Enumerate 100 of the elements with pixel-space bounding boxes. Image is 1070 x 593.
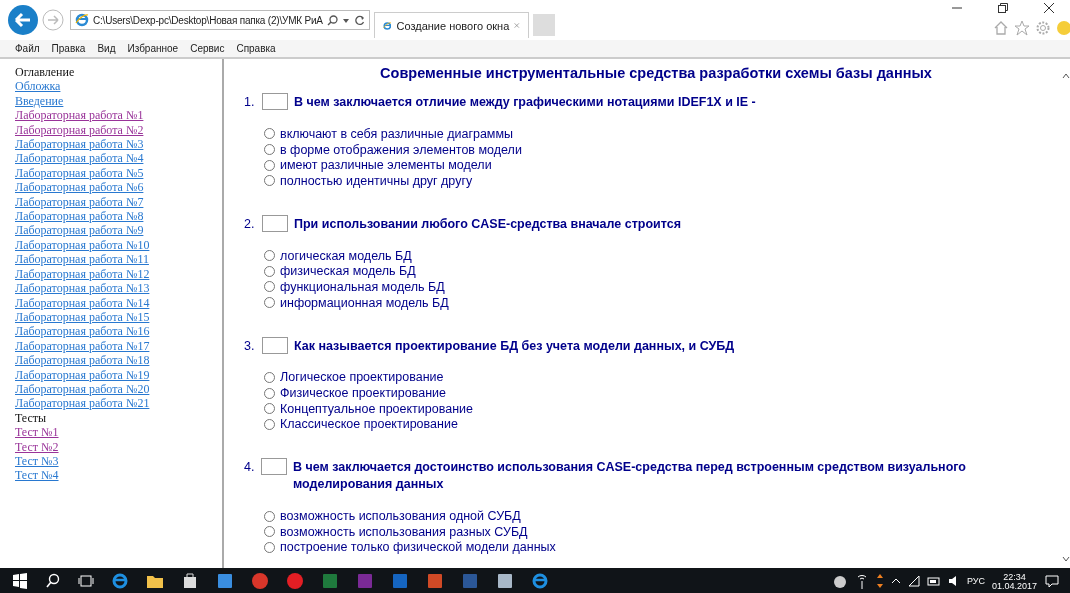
browser-tab[interactable]: Создание нового окна: [373, 12, 529, 38]
menu-item[interactable]: Справка: [236, 43, 276, 54]
star-icon[interactable]: [1014, 20, 1030, 36]
menu-item[interactable]: Сервис: [190, 43, 225, 54]
radio-button[interactable]: [264, 297, 275, 309]
menu-item[interactable]: Правка: [51, 43, 86, 54]
restore-button[interactable]: [997, 2, 1009, 14]
radio-button[interactable]: [264, 175, 275, 187]
nav-link[interactable]: Лабораторная работа №14: [15, 295, 222, 310]
nav-link[interactable]: Лабораторная работа №4: [15, 151, 222, 166]
battery-icon[interactable]: [926, 574, 941, 587]
nav-link[interactable]: Лабораторная работа №19: [15, 367, 222, 382]
clock-date[interactable]: 01.04.2017: [991, 581, 1037, 591]
question-number: 3.: [244, 337, 256, 355]
home-icon[interactable]: [993, 20, 1009, 36]
nav-link[interactable]: Лабораторная работа №20: [15, 381, 222, 397]
task-view-icon[interactable]: [78, 572, 94, 589]
start-icon[interactable]: [12, 572, 28, 589]
option-label: физическая модель БД: [280, 264, 416, 279]
back-button[interactable]: [8, 5, 38, 35]
nav-link[interactable]: Лабораторная работа №15: [15, 309, 222, 325]
nav-link[interactable]: Лабораторная работа №7: [15, 194, 222, 210]
question-number: 2.: [244, 215, 256, 233]
nav-link[interactable]: Лабораторная работа №13: [15, 281, 222, 296]
nav-link[interactable]: Обложка: [15, 79, 222, 94]
radio-button[interactable]: [264, 250, 275, 262]
option-label: возможность использования разных СУБД: [280, 524, 528, 539]
nav-link[interactable]: Лабораторная работа №8: [15, 209, 222, 224]
nav-link[interactable]: Лабораторная работа №3: [15, 137, 222, 152]
option-label: Физическое проектирование: [280, 386, 447, 401]
option-label: Классическое проектирование: [280, 417, 458, 432]
nav-link[interactable]: Тест №1: [15, 425, 222, 440]
nav-link[interactable]: Лабораторная работа №6: [15, 180, 222, 195]
radio-button[interactable]: [264, 281, 275, 293]
nav-link[interactable]: Введение: [15, 93, 222, 109]
nav-link[interactable]: Лабораторная работа №2: [15, 122, 222, 138]
radio-button[interactable]: [264, 418, 275, 430]
nav-link[interactable]: Лабораторная работа №16: [15, 324, 222, 339]
radio-button[interactable]: [264, 159, 275, 171]
nav-link[interactable]: Тест №4: [15, 468, 222, 483]
address-bar[interactable]: C:\Users\Dexp-pc\Desktop\Новая папка (2)\УМК РиА: [70, 10, 370, 30]
radio-button[interactable]: [264, 403, 275, 415]
search-icon[interactable]: [326, 14, 338, 26]
clock-time[interactable]: 22:34: [1003, 572, 1026, 582]
nav-link[interactable]: Лабораторная работа №18: [15, 353, 222, 368]
notifications-icon[interactable]: [1044, 572, 1060, 589]
radio-button[interactable]: [264, 387, 275, 399]
nav-link[interactable]: Лабораторная работа №21: [15, 396, 222, 411]
radio-button[interactable]: [264, 128, 275, 140]
search-icon[interactable]: [45, 572, 61, 589]
question-text: В чем заключается достоинство использования CASE-средства перед встроенным средством визуального моделирования данных: [292, 459, 967, 494]
updown-arrows-icon[interactable]: [875, 572, 884, 589]
nav-link[interactable]: Лабораторная работа №5: [15, 165, 222, 181]
menu-item[interactable]: Избранное: [127, 43, 179, 54]
question-text: При использовании любого CASE-средства вначале строится: [294, 215, 681, 233]
option-label: Концептуальное проектирование: [280, 401, 474, 416]
nav-link[interactable]: Лабораторная работа №9: [15, 223, 222, 238]
scroll-up-icon[interactable]: [1061, 73, 1070, 79]
nav-link[interactable]: Лабораторная работа №1: [15, 108, 222, 123]
radio-button[interactable]: [264, 265, 275, 277]
section-heading: Тесты: [15, 410, 48, 426]
nav-link[interactable]: Лабораторная работа №10: [15, 237, 222, 253]
radio-button[interactable]: [264, 371, 275, 383]
option-label: имеют различные элементы модели: [280, 158, 492, 173]
app-icon[interactable]: [251, 571, 269, 590]
nav-link[interactable]: Тест №2: [15, 439, 222, 454]
option-label: включают в себя различные диаграммы: [280, 126, 514, 141]
nav-link[interactable]: Тест №3: [15, 453, 222, 469]
nav-link[interactable]: Лабораторная работа №11: [15, 252, 222, 267]
language-indicator[interactable]: РУС: [966, 575, 985, 586]
refresh-icon[interactable]: [353, 14, 365, 26]
radio-button[interactable]: [264, 541, 275, 553]
radio-button[interactable]: [264, 144, 275, 156]
browser-icon[interactable]: [531, 571, 549, 590]
option-label: логическая модель БД: [280, 248, 412, 263]
answer-box[interactable]: [262, 214, 288, 232]
answer-box[interactable]: [262, 93, 288, 110]
question-number: 1.: [244, 94, 256, 111]
answer-box[interactable]: [260, 458, 287, 476]
nav-link[interactable]: Лабораторная работа №12: [15, 266, 222, 282]
radio-button[interactable]: [264, 526, 275, 538]
app-icon[interactable]: [426, 571, 444, 590]
answer-box[interactable]: [262, 336, 288, 354]
menu-item[interactable]: Файл: [15, 43, 40, 54]
page-title: Современные инструментальные средства разработки схемы базы данных: [379, 65, 933, 81]
browser-icon[interactable]: [111, 571, 129, 590]
close-button[interactable]: [1043, 2, 1055, 14]
section-heading: Оглавление: [15, 65, 76, 80]
wifi-signal-icon[interactable]: [907, 574, 920, 587]
store-icon[interactable]: [181, 571, 199, 590]
menu-item[interactable]: Вид: [97, 43, 116, 54]
nav-link[interactable]: Лабораторная работа №17: [15, 338, 222, 354]
option-label: полностью идентичны друг другу: [280, 173, 473, 188]
app-icon[interactable]: [286, 571, 304, 590]
option-label: возможность использования одной СУБД: [280, 509, 521, 524]
app-icon[interactable]: [496, 571, 514, 590]
radio-button[interactable]: [264, 510, 275, 522]
scroll-down-icon[interactable]: [1061, 556, 1070, 562]
settings-icon[interactable]: [1035, 20, 1051, 36]
tab-title: Создание нового окна: [396, 19, 510, 32]
